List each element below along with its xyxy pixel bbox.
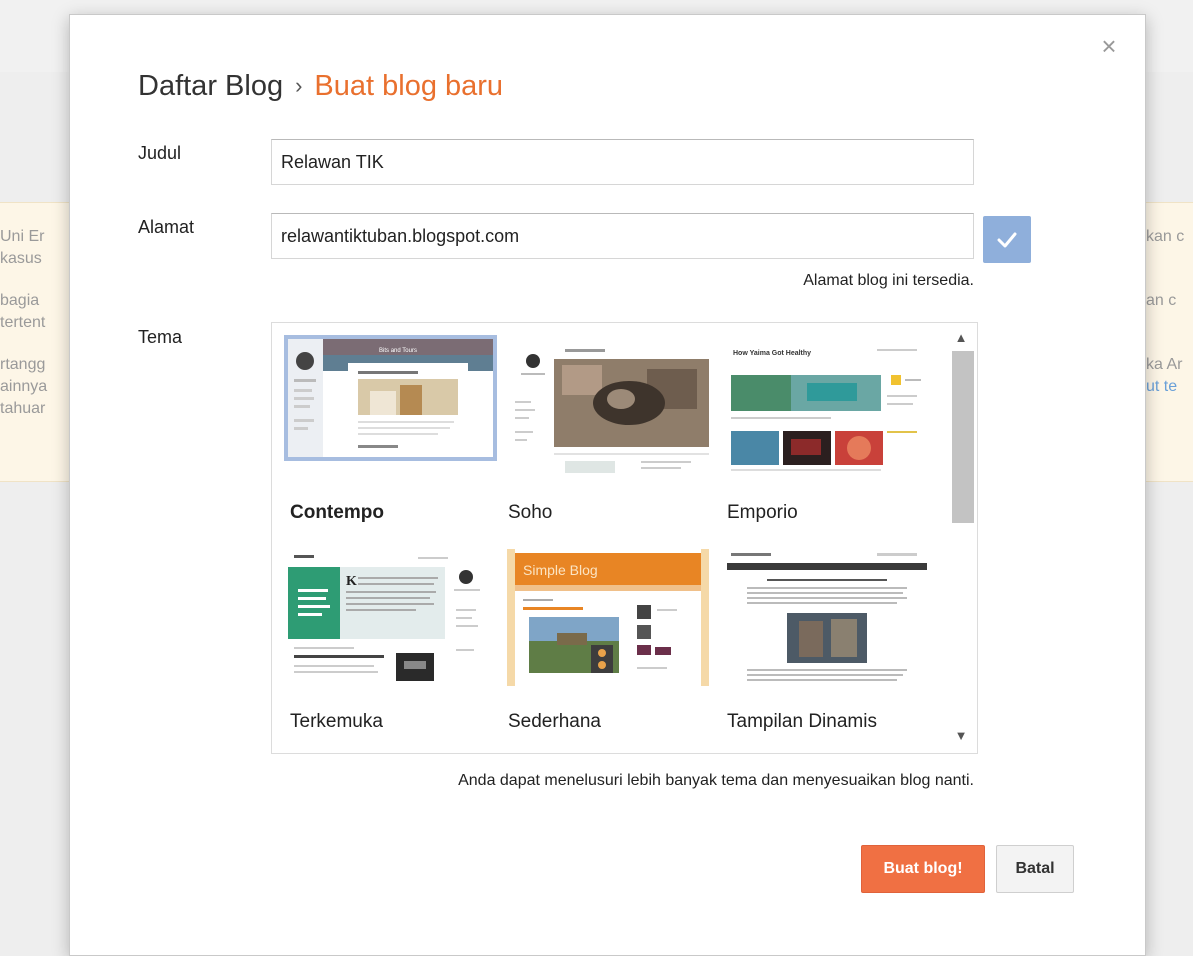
breadcrumb-parent[interactable]: Daftar Blog [138,70,283,102]
title-label: Judul [138,143,182,163]
contempo-preview-title: Bits and Tours [379,348,417,354]
breadcrumb-separator-icon: › [295,73,303,98]
theme-name-terkemuka[interactable]: Terkemuka [290,711,383,733]
title-input[interactable] [271,139,974,185]
theme-thumbnail-tampilan-dinamis[interactable] [727,549,927,686]
theme-thumbnail-terkemuka[interactable]: K [288,549,488,686]
sederhana-preview-image: Simple Blog [507,549,709,686]
emporio-preview-image: How Yaima Got Healthy [727,339,927,477]
emporio-preview-title: How Yaima Got Healthy [733,350,811,357]
theme-thumbnail-sederhana[interactable]: Simple Blog [507,549,709,686]
theme-name-emporio[interactable]: Emporio [727,502,798,524]
theme-name-soho[interactable]: Soho [508,502,552,524]
sederhana-preview-title: Simple Blog [523,562,598,578]
theme-label: Tema [138,327,183,347]
address-check-button[interactable] [983,216,1031,263]
svg-text:K: K [346,574,357,589]
theme-picker-scrollbar[interactable] [952,351,974,523]
contempo-preview-image: Bits and Tours [288,339,493,457]
soho-preview-image [507,339,709,479]
tampilan-dinamis-preview-image [727,549,927,686]
terkemuka-preview-image: K [288,549,488,686]
theme-name-contempo[interactable]: Contempo [290,502,384,524]
background-text-left: Uni Er kasus bagia tertent rtangg ainnya… [0,228,48,417]
theme-name-tampilan-dinamis[interactable]: Tampilan Dinamis [727,711,877,733]
theme-name-sederhana[interactable]: Sederhana [508,711,601,733]
breadcrumb-current: Buat blog baru [314,70,504,102]
theme-thumbnail-contempo[interactable]: Bits and Tours [288,339,493,457]
scroll-up-icon[interactable]: ▲ [950,330,972,350]
address-label: Alamat [138,217,195,237]
theme-thumbnail-soho[interactable] [507,339,709,479]
cancel-button[interactable]: Batal [996,845,1074,893]
theme-thumbnail-emporio[interactable]: How Yaima Got Healthy [727,339,927,477]
address-availability-status: Alamat blog ini tersedia. [803,272,974,289]
close-icon[interactable]: × [1097,33,1121,59]
create-blog-button[interactable]: Buat blog! [861,845,985,893]
address-input[interactable] [271,213,974,259]
background-text-right: kan c an c ka Ar ut te [1146,228,1185,395]
dialog-breadcrumb: Daftar Blog › Buat blog baru [138,68,503,106]
theme-hint-text: Anda dapat menelusuri lebih banyak tema … [458,772,974,789]
checkmark-icon [997,232,1017,247]
scroll-down-icon[interactable]: ▼ [950,728,972,748]
